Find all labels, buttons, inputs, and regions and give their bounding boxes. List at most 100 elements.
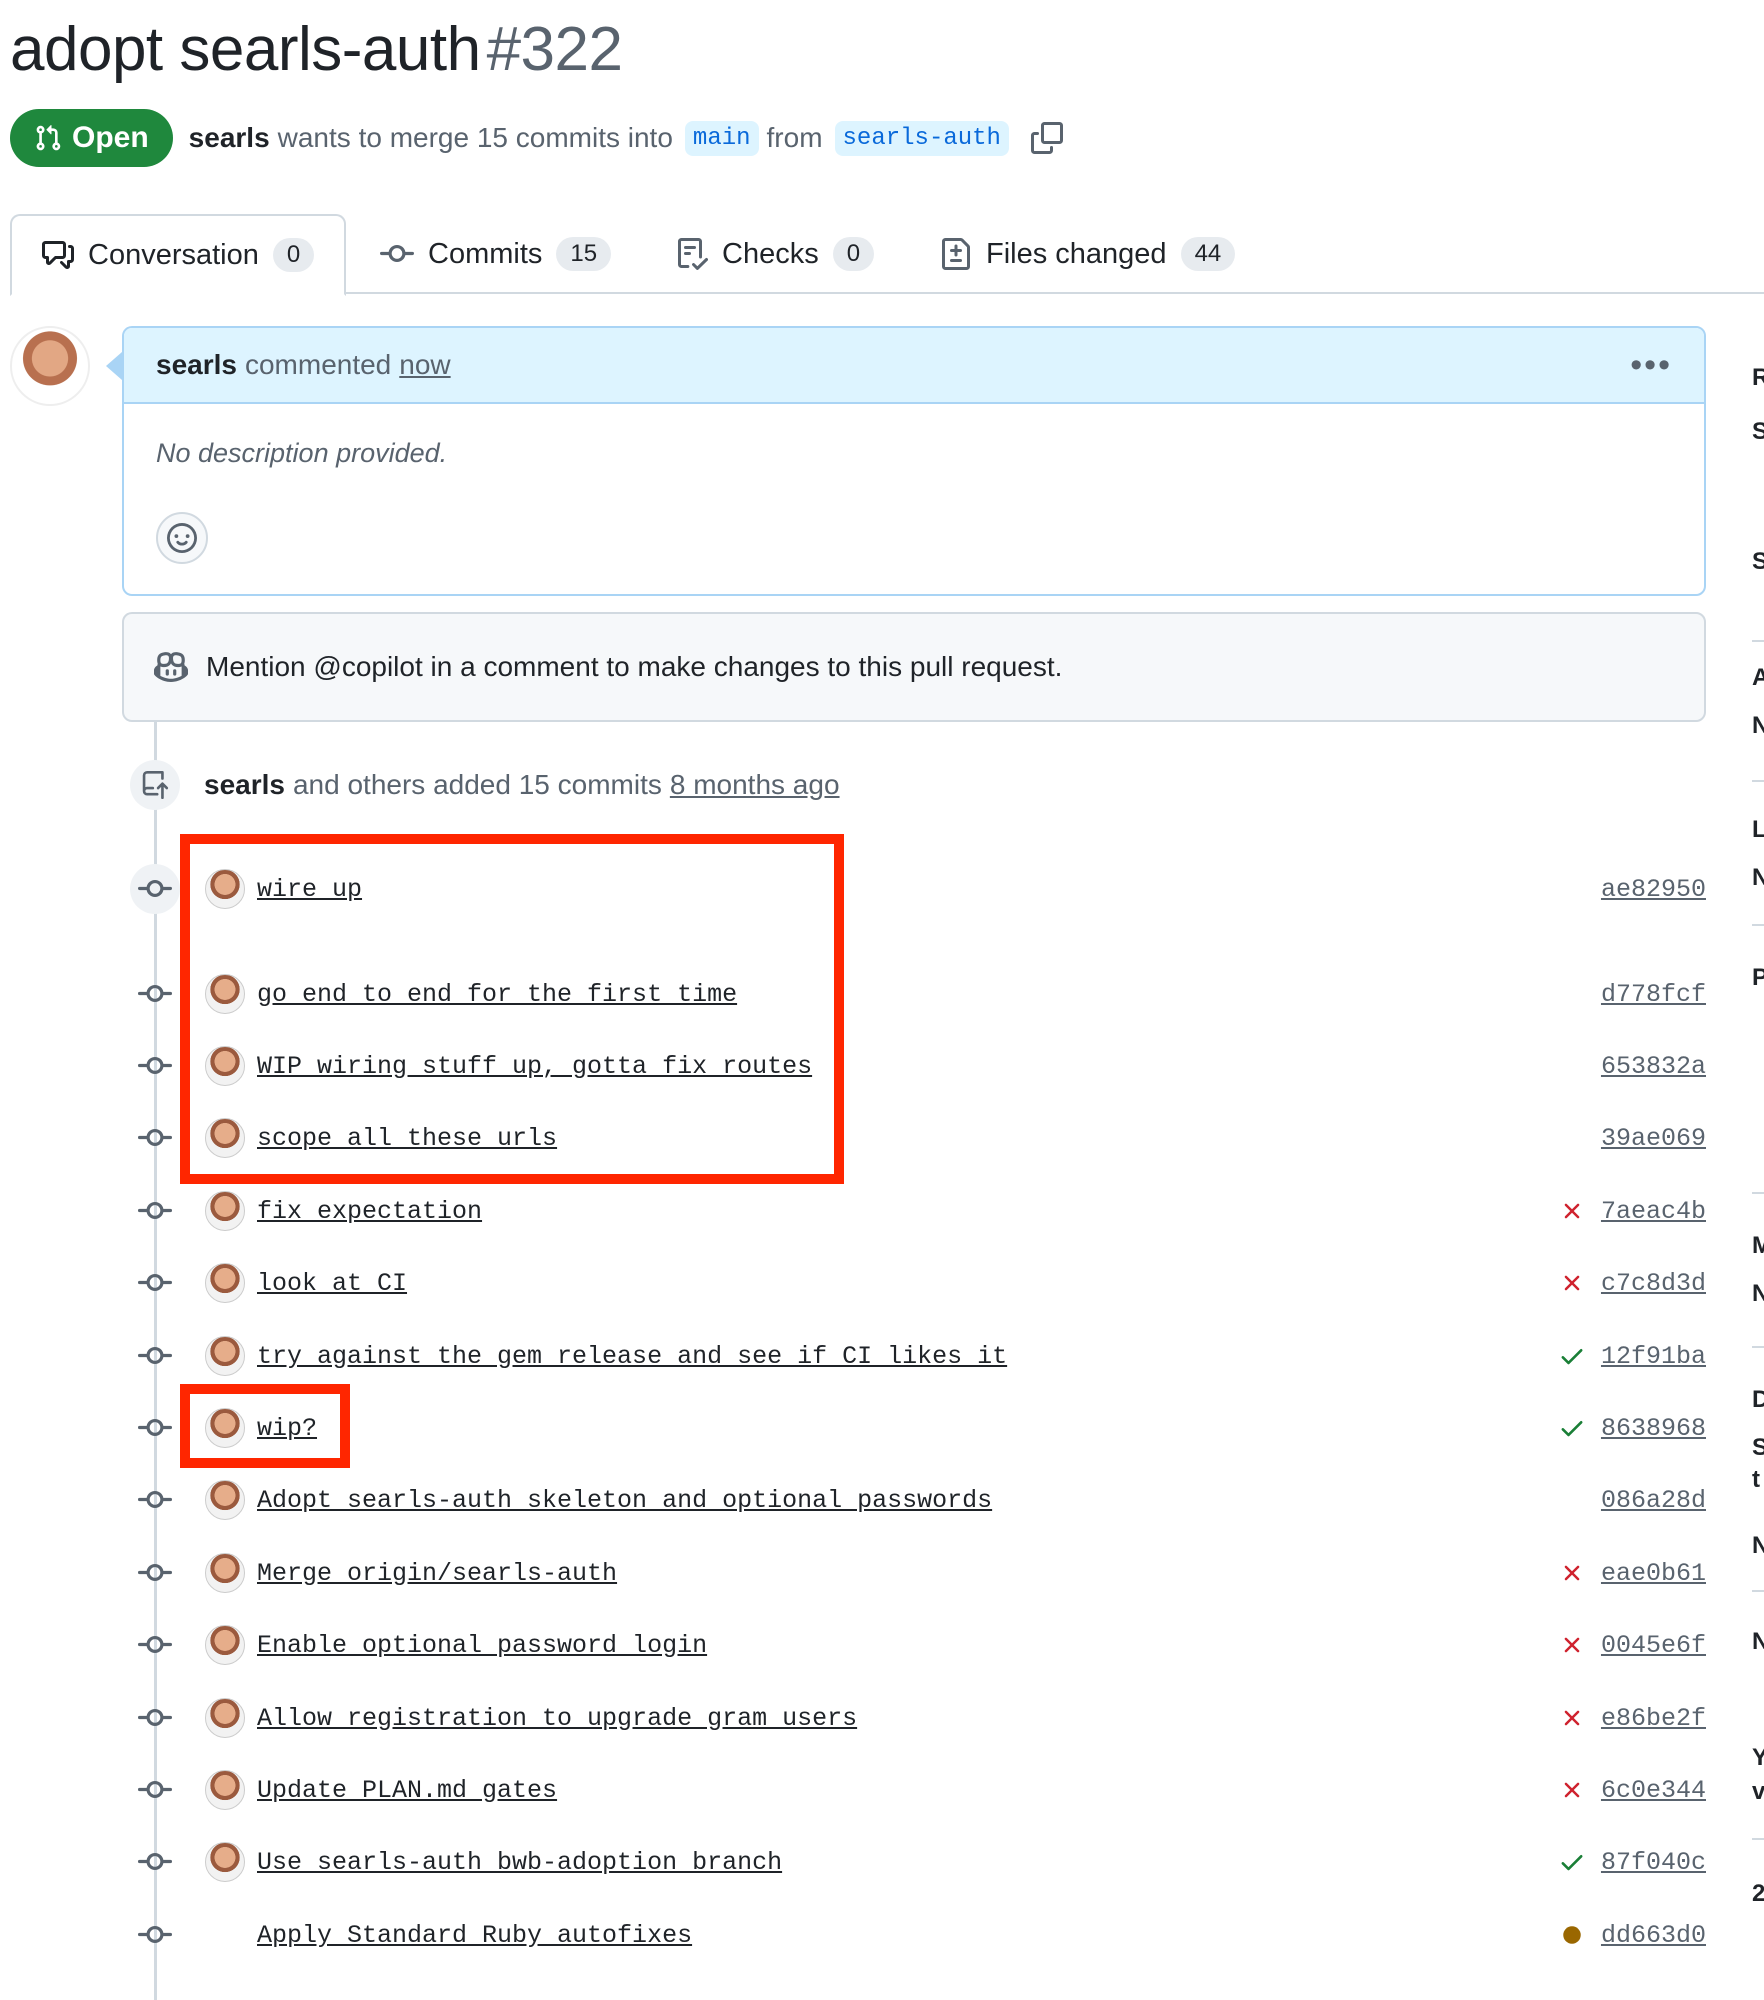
dot-icon[interactable]	[1557, 1920, 1587, 1950]
commit-sha-link[interactable]: 39ae069	[1601, 1124, 1706, 1153]
avatar[interactable]	[205, 1698, 245, 1738]
push-text: and others added 15 commits	[292, 769, 662, 800]
avatar[interactable]	[205, 1842, 245, 1882]
commit-meta: 12f91ba	[1557, 1341, 1706, 1371]
status-empty	[1557, 1051, 1587, 1081]
comment-action: commented	[244, 349, 392, 380]
x-icon[interactable]	[1557, 1703, 1587, 1733]
base-branch[interactable]: main	[684, 120, 759, 156]
git-commit-icon	[130, 1041, 180, 1091]
avatar[interactable]	[205, 1336, 245, 1376]
push-time[interactable]: 8 months ago	[670, 769, 840, 801]
commit-sha-link[interactable]: 87f040c	[1601, 1848, 1706, 1877]
avatar[interactable]	[205, 1625, 245, 1665]
commit-row: Merge origin/searls-auth eae0b61	[130, 1545, 1706, 1601]
sidebar-divider	[1752, 1838, 1764, 1840]
avatar[interactable]	[205, 1770, 245, 1810]
commit-sha-link[interactable]: 086a28d	[1601, 1486, 1706, 1515]
x-icon[interactable]	[1557, 1630, 1587, 1660]
commit-sha-link[interactable]: 0045e6f	[1601, 1631, 1706, 1660]
commit-meta: dd663d0	[1557, 1920, 1706, 1950]
tab-counter: 0	[832, 237, 875, 271]
commit-meta: d778fcf	[1557, 979, 1706, 1009]
commit-message-link[interactable]: fix expectation	[257, 1197, 482, 1226]
sidebar-heading-fragment: S	[1752, 548, 1764, 575]
head-branch[interactable]: searls-auth	[834, 120, 1009, 156]
git-commit-icon	[130, 1765, 180, 1815]
commit-sha-link[interactable]: 7aeac4b	[1601, 1197, 1706, 1226]
commit-sha-link[interactable]: 8638968	[1601, 1414, 1706, 1443]
git-commit-icon	[130, 1837, 180, 1887]
commit-sha-link[interactable]: dd663d0	[1601, 1921, 1706, 1950]
commit-row: Apply Standard Ruby autofixes dd663d0	[130, 1907, 1706, 1963]
smiley-icon	[167, 523, 197, 553]
sidebar-heading-fragment: S	[1752, 1434, 1764, 1461]
check-icon[interactable]	[1557, 1341, 1587, 1371]
commit-message-link[interactable]: Merge origin/searls-auth	[257, 1559, 617, 1588]
tab-counter: 0	[272, 238, 315, 272]
status-empty	[1557, 874, 1587, 904]
sidebar-heading-fragment: N	[1752, 1280, 1764, 1307]
checklist-icon	[678, 238, 708, 270]
x-icon[interactable]	[1557, 1558, 1587, 1588]
commit-sha-link[interactable]: c7c8d3d	[1601, 1269, 1706, 1298]
tab-conversation[interactable]: Conversation 0	[10, 214, 347, 296]
tab-checks[interactable]: Checks 0	[676, 214, 875, 294]
avatar[interactable]	[205, 1480, 245, 1520]
comment-discussion-icon	[42, 241, 74, 269]
avatar[interactable]	[10, 326, 90, 406]
commit-row: Use searls-auth bwb-adoption branch 87f04…	[130, 1834, 1706, 1890]
commit-meta: 7aeac4b	[1557, 1196, 1706, 1226]
x-icon[interactable]	[1557, 1775, 1587, 1805]
copy-icon[interactable]	[1030, 122, 1063, 154]
kebab-menu-icon[interactable]: •••	[1630, 346, 1672, 385]
commit-message-link[interactable]: Apply Standard Ruby autofixes	[257, 1921, 692, 1950]
commit-sha-link[interactable]: e86be2f	[1601, 1704, 1706, 1733]
commit-sha-link[interactable]: 12f91ba	[1601, 1342, 1706, 1371]
x-icon[interactable]	[1557, 1196, 1587, 1226]
commit-message-link[interactable]: Use searls-auth bwb-adoption branch	[257, 1848, 782, 1877]
commit-sha-link[interactable]: 6c0e344	[1601, 1776, 1706, 1805]
add-reaction-button[interactable]	[156, 512, 208, 564]
commit-sha-link[interactable]: eae0b61	[1601, 1559, 1706, 1588]
commit-row: Allow registration to upgrade gram users…	[130, 1690, 1706, 1746]
tab-commits[interactable]: Commits 15	[380, 214, 612, 294]
git-commit-icon	[130, 1113, 180, 1163]
commit-message-link[interactable]: look at CI	[257, 1269, 407, 1298]
sidebar-heading-fragment: P	[1752, 964, 1764, 991]
commit-sha-link[interactable]: ae82950	[1601, 875, 1706, 904]
comment-time[interactable]: now	[399, 349, 450, 381]
x-icon[interactable]	[1557, 1268, 1587, 1298]
comment-author[interactable]: searls	[156, 349, 237, 381]
pr-author[interactable]: searls	[189, 122, 270, 154]
git-commit-icon	[130, 1910, 180, 1960]
commit-sha-link[interactable]: d778fcf	[1601, 980, 1706, 1009]
commit-message-link[interactable]: Allow registration to upgrade gram users	[257, 1704, 857, 1733]
sidebar-heading-fragment: Y	[1752, 1744, 1764, 1771]
sidebar-heading-fragment: A	[1752, 664, 1764, 691]
state-badge: Open	[10, 109, 173, 167]
sidebar-heading-fragment: N	[1752, 712, 1764, 739]
commit-row: Enable optional password login 0045e6f	[130, 1617, 1706, 1673]
tab-files-changed[interactable]: Files changed 44	[940, 214, 1236, 294]
commit-message-link[interactable]: Enable optional password login	[257, 1631, 707, 1660]
commit-message-link[interactable]: Update PLAN.md gates	[257, 1776, 557, 1805]
git-commit-icon	[130, 1693, 180, 1743]
avatar[interactable]	[205, 1553, 245, 1593]
commit-meta: 8638968	[1557, 1413, 1706, 1443]
commit-message-link[interactable]: try against the gem release and see if C…	[257, 1342, 1007, 1371]
check-icon[interactable]	[1557, 1847, 1587, 1877]
sidebar-heading-fragment: M	[1752, 1232, 1764, 1259]
commit-sha-link[interactable]: 653832a	[1601, 1052, 1706, 1081]
sidebar-heading-fragment: L	[1752, 816, 1764, 843]
sidebar-heading-fragment: N	[1752, 864, 1764, 891]
state-label: Open	[72, 121, 149, 154]
check-icon[interactable]	[1557, 1413, 1587, 1443]
sidebar-heading-fragment: N	[1752, 1532, 1764, 1559]
avatar[interactable]	[205, 1263, 245, 1303]
commit-row: try against the gem release and see if C…	[130, 1328, 1706, 1384]
avatar[interactable]	[205, 1191, 245, 1231]
tab-label: Commits	[428, 237, 543, 270]
commit-message-link[interactable]: Adopt searls-auth skeleton and optional …	[257, 1486, 992, 1515]
push-author[interactable]: searls	[204, 769, 285, 801]
